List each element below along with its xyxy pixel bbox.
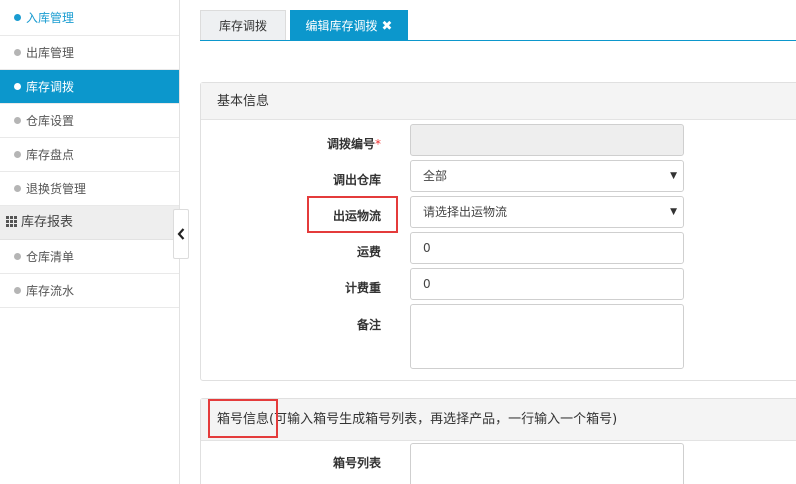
highlight-box — [208, 399, 278, 438]
sidebar-item-stock-out[interactable]: 出库管理 — [0, 36, 179, 70]
grid-icon — [6, 216, 17, 227]
highlight-box — [307, 196, 398, 233]
sidebar-collapse-button[interactable] — [173, 209, 189, 259]
box-info-panel: 箱号信息(可输入箱号生成箱号列表，再选择产品，一行输入一个箱号) 箱号列表 — [200, 398, 796, 484]
sidebar-item-label: 出库管理 — [26, 46, 75, 60]
bullet-icon — [14, 117, 21, 124]
sidebar-item-label: 入库管理 — [26, 11, 75, 25]
sidebar-item-warehouse-list[interactable]: 仓库清单 — [0, 240, 179, 274]
bullet-icon — [14, 49, 21, 56]
sidebar-item-label: 库存流水 — [26, 284, 75, 298]
bullet-icon — [14, 253, 21, 260]
tab-stock-transfer[interactable]: 库存调拨 — [200, 10, 286, 41]
tab-label: 库存调拨 — [218, 19, 267, 33]
sidebar-item-label: 仓库清单 — [26, 250, 75, 264]
sidebar-item-returns[interactable]: 退换货管理 — [0, 172, 179, 206]
bullet-icon — [14, 185, 21, 192]
bullet-icon — [14, 14, 21, 21]
close-icon[interactable]: ✖ — [382, 19, 393, 34]
billing-weight-label: 计费重 — [344, 281, 381, 295]
box-info-hint: (可输入箱号生成箱号列表，再选择产品，一行输入一个箱号) — [269, 412, 618, 427]
sidebar-item-label: 库存调拨 — [26, 80, 75, 94]
tab-label: 编辑库存调拨 — [305, 19, 378, 33]
sidebar-item-stock-transfer[interactable]: 库存调拨 — [0, 70, 179, 104]
out-warehouse-label: 调出仓库 — [332, 173, 381, 187]
remarks-label: 备注 — [356, 318, 381, 332]
panel-title: 箱号信息(可输入箱号生成箱号列表，再选择产品，一行输入一个箱号) — [201, 399, 796, 441]
bullet-icon — [14, 83, 21, 90]
chevron-left-icon — [177, 228, 185, 240]
sidebar-item-label: 退换货管理 — [26, 182, 87, 196]
sidebar-group-inventory-reports[interactable]: 库存报表 — [0, 206, 179, 240]
remarks-textarea[interactable] — [410, 304, 684, 369]
sidebar-item-stocktaking[interactable]: 库存盘点 — [0, 138, 179, 172]
box-list-label: 箱号列表 — [332, 456, 381, 470]
tab-underline — [200, 40, 796, 41]
bullet-icon — [14, 151, 21, 158]
basic-info-panel: 基本信息 调拨编号* 调出仓库 全部 ▼ 出运物流 请选择出运物流 ▼ 运费 0 计… — [200, 82, 796, 381]
sidebar-item-stock-in[interactable]: 入库管理 — [0, 0, 179, 36]
sidebar-group-label: 库存报表 — [21, 215, 74, 230]
sidebar-item-label: 仓库设置 — [26, 114, 75, 128]
required-mark: * — [375, 137, 381, 151]
freight-label: 运费 — [356, 245, 381, 259]
transfer-no-field — [410, 124, 684, 156]
sidebar-item-warehouse-settings[interactable]: 仓库设置 — [0, 104, 179, 138]
selected-value: 请选择出运物流 — [423, 205, 508, 219]
transfer-no-label: 调拨编号* — [326, 137, 381, 151]
out-logistics-select[interactable]: 请选择出运物流 ▼ — [410, 196, 684, 228]
freight-input[interactable]: 0 — [410, 232, 684, 264]
bullet-icon — [14, 287, 21, 294]
caret-down-icon: ▼ — [670, 171, 677, 181]
sidebar: 入库管理 出库管理 库存调拨 仓库设置 库存盘点 退换货管理 库存报表 仓库清单… — [0, 0, 180, 484]
box-list-textarea[interactable] — [410, 443, 684, 484]
selected-value: 全部 — [423, 169, 448, 183]
out-warehouse-select[interactable]: 全部 ▼ — [410, 160, 684, 192]
tab-edit-stock-transfer[interactable]: 编辑库存调拨 ✖ — [290, 10, 408, 41]
billing-weight-input[interactable]: 0 — [410, 268, 684, 300]
caret-down-icon: ▼ — [670, 207, 677, 217]
panel-title: 基本信息 — [201, 83, 796, 120]
sidebar-item-stock-flow[interactable]: 库存流水 — [0, 274, 179, 308]
sidebar-item-label: 库存盘点 — [26, 148, 75, 162]
